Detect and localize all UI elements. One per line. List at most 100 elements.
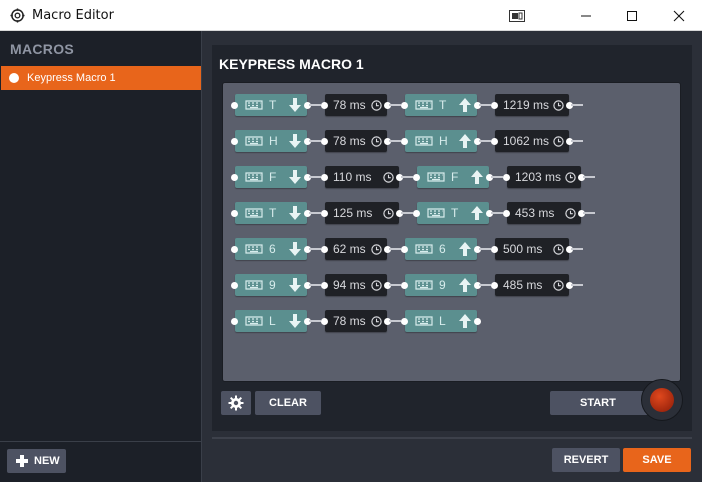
snap-layout-icon [509, 9, 525, 22]
save-button[interactable]: SAVE [623, 448, 691, 472]
keyboard-icon [245, 136, 263, 146]
maximize-button[interactable] [609, 0, 655, 31]
connector-line [571, 284, 583, 286]
sidebar-divider [0, 441, 202, 442]
key-up-block[interactable]: T [417, 202, 489, 224]
key-up-block[interactable]: 6 [405, 238, 477, 260]
arrow-down-icon [289, 206, 301, 220]
delay-block[interactable]: 78 ms [325, 94, 387, 116]
key-label: 9 [439, 278, 446, 292]
connector-dot [503, 210, 510, 217]
key-down-block[interactable]: F [235, 166, 307, 188]
connector-line [479, 284, 491, 286]
connector-dot [231, 138, 238, 145]
connector-line [309, 176, 321, 178]
delay-block[interactable]: 1062 ms [495, 130, 569, 152]
keyboard-icon [245, 172, 263, 182]
arrow-up-icon [459, 314, 471, 328]
connector-dot [231, 210, 238, 217]
arrow-down-icon [289, 170, 301, 184]
key-down-block[interactable]: H [235, 130, 307, 152]
connector-line [309, 140, 321, 142]
connector-line [401, 176, 413, 178]
connector-line [309, 320, 321, 322]
key-down-block[interactable]: 6 [235, 238, 307, 260]
connector-line [479, 104, 491, 106]
arrow-down-icon [289, 98, 301, 112]
key-label: L [439, 314, 446, 328]
keyboard-icon [245, 280, 263, 290]
delay-block[interactable]: 485 ms [495, 274, 569, 296]
connector-dot [231, 318, 238, 325]
connector-line [389, 104, 401, 106]
key-down-block[interactable]: T [235, 94, 307, 116]
clock-icon [565, 172, 576, 183]
close-button[interactable] [656, 0, 702, 31]
connector-line [479, 248, 491, 250]
new-macro-button[interactable]: NEW [7, 449, 66, 473]
clock-icon [553, 100, 564, 111]
keyboard-icon [245, 244, 263, 254]
delay-block[interactable]: 500 ms [495, 238, 569, 260]
key-label: T [439, 98, 447, 112]
connector-dot [413, 174, 420, 181]
macro-timeline-canvas[interactable]: T 78 ms T 1219 ms H 78 ms H 1062 ms F 110 ms F 1203… [222, 82, 681, 382]
footer-divider [212, 437, 692, 439]
delay-block[interactable]: 78 ms [325, 310, 387, 332]
arrow-up-icon [459, 242, 471, 256]
connector-dot [401, 282, 408, 289]
delay-label: 1062 ms [503, 134, 550, 148]
connector-line [491, 176, 503, 178]
delay-label: 78 ms [333, 134, 366, 148]
snap-layout-button[interactable] [494, 0, 540, 31]
key-label: F [269, 170, 277, 184]
minimize-button[interactable] [563, 0, 609, 31]
delay-block[interactable]: 110 ms [325, 166, 399, 188]
delay-block[interactable]: 94 ms [325, 274, 387, 296]
maximize-icon [627, 10, 637, 21]
delay-block[interactable]: 1219 ms [495, 94, 569, 116]
settings-button[interactable] [221, 391, 251, 415]
connector-line [309, 212, 321, 214]
key-up-block[interactable]: T [405, 94, 477, 116]
clear-button[interactable]: CLEAR [255, 391, 321, 415]
keyboard-icon [415, 316, 433, 326]
keyboard-icon [427, 208, 445, 218]
revert-button[interactable]: REVERT [552, 448, 620, 472]
connector-line [571, 140, 583, 142]
clock-icon [371, 280, 382, 291]
key-up-block[interactable]: L [405, 310, 477, 332]
sidebar: MACROS Keypress Macro 1 NEW [0, 31, 202, 482]
delay-label: 110 ms [333, 170, 372, 184]
delay-block[interactable]: 78 ms [325, 130, 387, 152]
connector-dot [491, 138, 498, 145]
connector-line [583, 212, 595, 214]
delay-label: 62 ms [333, 242, 366, 256]
connector-line [309, 104, 321, 106]
key-down-block[interactable]: T [235, 202, 307, 224]
sidebar-item-keypress-macro-1[interactable]: Keypress Macro 1 [1, 66, 201, 90]
record-button[interactable] [641, 379, 683, 421]
gear-app-icon [10, 8, 25, 23]
delay-block[interactable]: 125 ms [325, 202, 399, 224]
delay-block[interactable]: 1203 ms [507, 166, 581, 188]
clock-icon [565, 208, 576, 219]
clock-icon [553, 244, 564, 255]
key-up-block[interactable]: F [417, 166, 489, 188]
key-up-block[interactable]: 9 [405, 274, 477, 296]
start-button[interactable]: START [550, 391, 650, 415]
key-up-block[interactable]: H [405, 130, 477, 152]
delay-block[interactable]: 62 ms [325, 238, 387, 260]
connector-dot [321, 282, 328, 289]
delay-label: 453 ms [515, 206, 555, 220]
delay-block[interactable]: 453 ms [507, 202, 581, 224]
delay-label: 125 ms [333, 206, 373, 220]
arrow-up-icon [459, 98, 471, 112]
clock-icon [371, 136, 382, 147]
connector-dot [321, 174, 328, 181]
sidebar-title: MACROS [10, 41, 75, 57]
key-down-block[interactable]: L [235, 310, 307, 332]
gear-icon [228, 395, 244, 411]
clock-icon [371, 316, 382, 327]
key-down-block[interactable]: 9 [235, 274, 307, 296]
